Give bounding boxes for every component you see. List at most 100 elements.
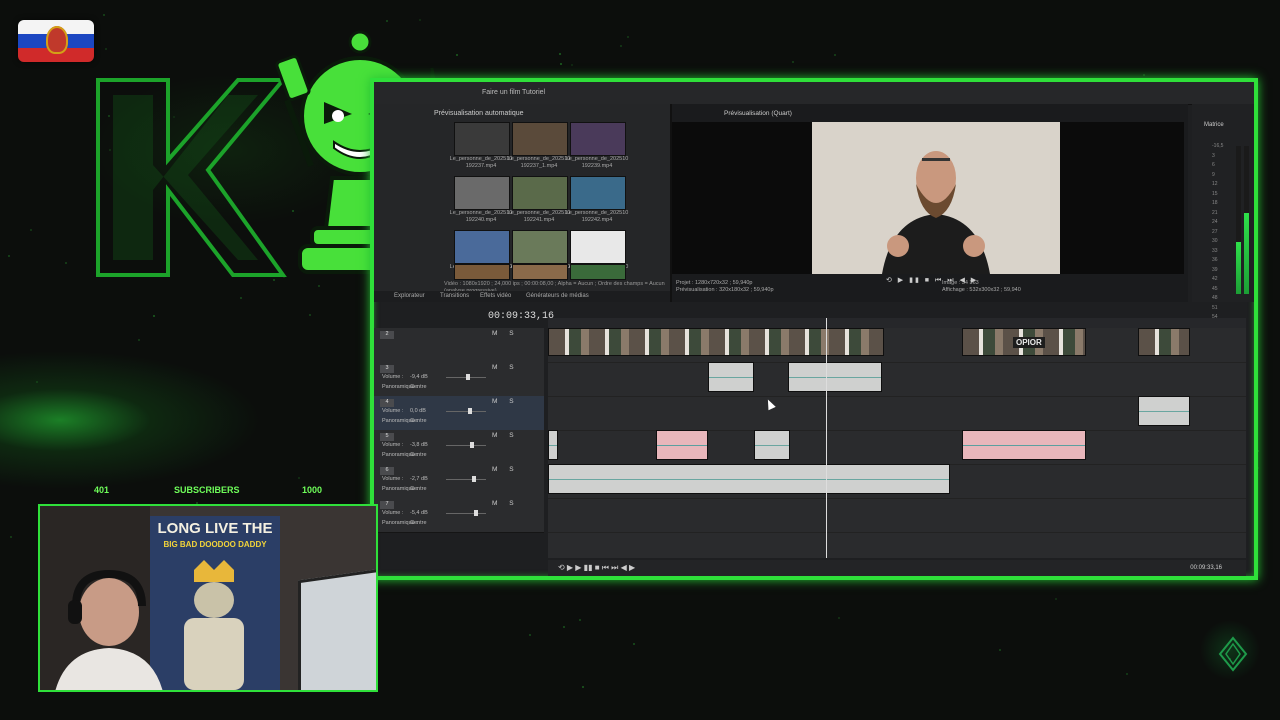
- tab-transitions[interactable]: Transitions: [440, 293, 469, 299]
- audio-clip[interactable]: [708, 362, 754, 392]
- particle: [138, 339, 140, 341]
- track-vol: Volume :: [382, 374, 404, 380]
- track-mute-solo-buttons[interactable]: M S: [492, 432, 519, 439]
- track-header[interactable]: 6M S Volume : -2,7 dB Panoramique : Centre: [374, 464, 544, 499]
- editor-menubar: Faire un film Tutoriel: [374, 82, 1254, 105]
- meter-scale-tick: 24: [1212, 219, 1218, 225]
- track-volume-knob[interactable]: [474, 510, 478, 516]
- russia-flag-icon: [18, 20, 94, 62]
- clip-title: OPIOR: [1013, 337, 1045, 348]
- audio-clip[interactable]: [548, 464, 950, 494]
- tab-video-effects[interactable]: Effets vidéo: [480, 293, 511, 299]
- track-volv: -9,4 dB: [410, 374, 428, 380]
- track-mute-solo-buttons[interactable]: M S: [492, 364, 519, 371]
- timeline-tracks[interactable]: OPIOR: [548, 328, 1246, 558]
- meter-scale-tick: 6: [1212, 162, 1215, 168]
- media-thumbnail[interactable]: [454, 176, 510, 210]
- particle: [529, 634, 531, 636]
- poster: LONG LIVE THE BIG BAD DOODOO DADDY: [150, 516, 280, 690]
- meter-scale-tick: 39: [1212, 266, 1218, 273]
- media-thumbnail[interactable]: [454, 264, 510, 280]
- media-thumbnail[interactable]: [512, 122, 568, 156]
- particle: [1143, 74, 1145, 76]
- menu-make-movie[interactable]: Faire un film: [482, 89, 521, 96]
- media-thumbnail[interactable]: [454, 122, 510, 156]
- media-thumbnail[interactable]: [570, 264, 626, 280]
- meter-left: [1236, 146, 1241, 294]
- video-clip[interactable]: [548, 328, 884, 356]
- video-clip[interactable]: OPIOR: [962, 328, 1086, 356]
- audio-clip[interactable]: [962, 430, 1086, 460]
- track-header[interactable]: 7M S Volume : -5,4 dB Panoramique : Centre: [374, 498, 544, 533]
- media-thumbnail[interactable]: [570, 230, 626, 264]
- timeline-playhead[interactable]: [826, 318, 827, 558]
- timeline-lane[interactable]: [548, 362, 1246, 397]
- track-header[interactable]: 4M S Volume :0,0 dB Panoramique : Centre: [374, 396, 544, 431]
- media-thumbnail[interactable]: [512, 230, 568, 264]
- explorer-header: Prévisualisation automatique: [434, 110, 524, 117]
- track-volume-knob[interactable]: [466, 374, 470, 380]
- track-vol: Volume :: [382, 510, 404, 516]
- particle: [240, 297, 242, 299]
- subscriber-goal: 1000: [302, 485, 323, 495]
- particle: [153, 315, 155, 317]
- tab-explorer[interactable]: Explorateur: [394, 293, 425, 299]
- track-volume-knob[interactable]: [470, 442, 474, 448]
- subscriber-label: SUBSCRIBERS: [174, 485, 240, 495]
- media-thumbnail[interactable]: [512, 176, 568, 210]
- media-thumbnail[interactable]: [570, 122, 626, 156]
- particle: [559, 53, 561, 55]
- track-volume-slider[interactable]: [446, 513, 486, 514]
- video-clip[interactable]: [1138, 328, 1190, 356]
- track-panv: Centre: [410, 418, 427, 424]
- particle: [792, 61, 794, 63]
- meter-scale-tick: 42: [1212, 276, 1218, 282]
- track-header[interactable]: 2 M S: [374, 328, 544, 363]
- track-panv: Centre: [410, 452, 427, 458]
- media-thumbnail-label: Le_personne_de_202510 192237.mp4: [449, 156, 513, 169]
- preview-header[interactable]: Prévisualisation (Quart): [724, 110, 792, 117]
- track-panv: Centre: [410, 520, 427, 526]
- track-mute-solo-buttons[interactable]: M S: [492, 466, 519, 473]
- timeline-lane[interactable]: [548, 498, 1246, 533]
- track-header[interactable]: 3M S Volume : -9,4 dB Panoramique : Centre: [374, 362, 544, 397]
- tab-media-generators[interactable]: Générateurs de médias: [526, 293, 589, 299]
- track-mute-solo-buttons[interactable]: M S: [492, 398, 519, 405]
- particle: [582, 686, 584, 688]
- particle: [560, 63, 562, 65]
- track-header[interactable]: 5M S Volume : -3,8 dB Panoramique : Centre: [374, 430, 544, 465]
- audio-waveform: [963, 445, 1085, 446]
- timeline-lane[interactable]: [548, 430, 1246, 465]
- audio-clip[interactable]: [656, 430, 708, 460]
- menu-tutorial[interactable]: Tutoriel: [522, 89, 545, 96]
- audio-clip[interactable]: [788, 362, 882, 392]
- particle: [563, 626, 565, 628]
- track-mute-solo-buttons[interactable]: M S: [492, 330, 519, 337]
- media-explorer-panel: Prévisualisation automatique Le_personne…: [374, 104, 672, 302]
- master-audio-meter: Matrice -16,5 3 6 9 12 15 18 21 24 27 30 33 36 39 42 45…: [1192, 104, 1254, 330]
- particle: [103, 14, 105, 16]
- particle: [579, 619, 581, 621]
- particle: [627, 36, 629, 38]
- audio-clip[interactable]: [1138, 396, 1190, 426]
- timeline-playback-controls[interactable]: ⟲ ▶ ▶ ▮▮ ■ ⏮ ⏭ ◀ ▶: [558, 563, 635, 573]
- preview-transport-controls[interactable]: ⟲ ▶ ▮▮ ■ ⏮ ⏭ ◀ ▶: [886, 276, 978, 285]
- audio-clip[interactable]: [754, 430, 790, 460]
- track-volume-knob[interactable]: [472, 476, 476, 482]
- track-vol: Volume :: [382, 442, 404, 448]
- media-thumbnail-label: Le_personne_de_202510 192239.mp4: [565, 156, 629, 169]
- media-thumbnail[interactable]: [454, 230, 510, 264]
- track-volume-slider[interactable]: [446, 445, 486, 446]
- track-mute-solo-buttons[interactable]: M S: [492, 500, 519, 507]
- track-volume-slider[interactable]: [446, 479, 486, 480]
- timeline-end-timecode: 00:09:33,16: [1190, 565, 1222, 571]
- track-volv: -5,4 dB: [410, 510, 428, 516]
- audio-clip[interactable]: [548, 430, 558, 460]
- track-number: 5: [380, 433, 394, 441]
- particle: [10, 536, 12, 538]
- track-volume-knob[interactable]: [468, 408, 472, 414]
- media-thumbnail[interactable]: [512, 264, 568, 280]
- track-volume-slider[interactable]: [446, 411, 486, 412]
- media-thumbnail[interactable]: [570, 176, 626, 210]
- meter-scale-tick: -16,5: [1212, 143, 1224, 149]
